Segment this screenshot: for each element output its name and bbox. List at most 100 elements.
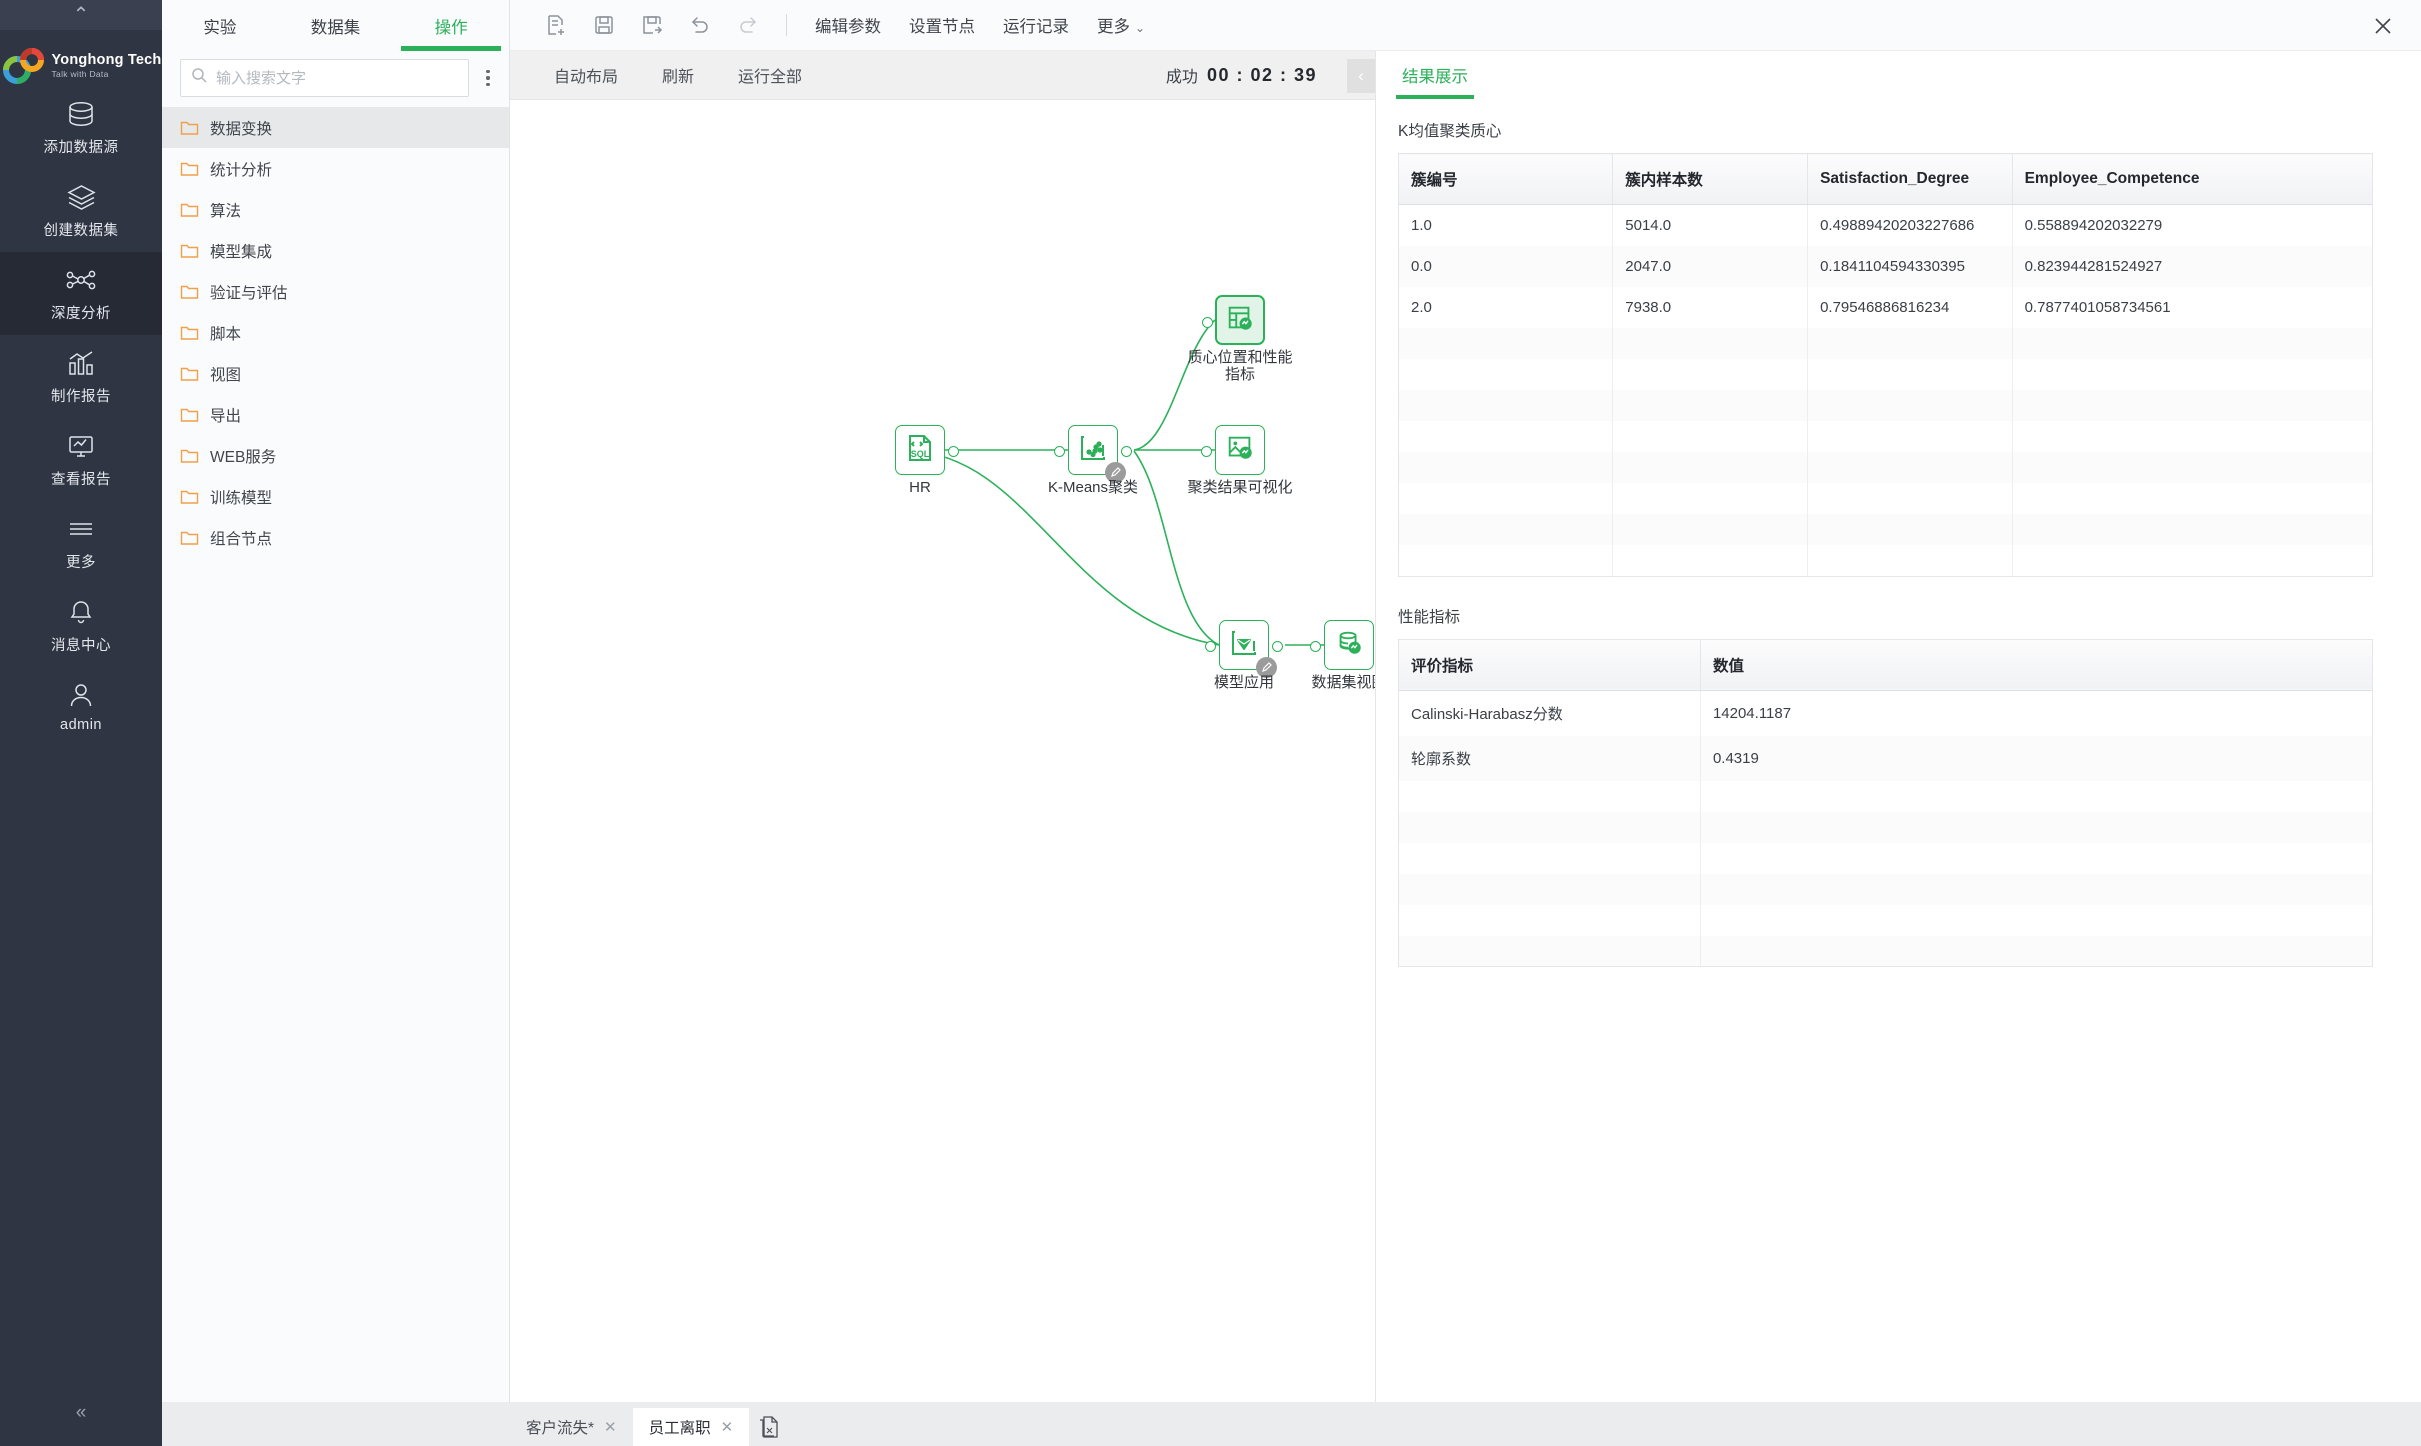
canvas-column: 自动布局 刷新 运行全部 成功 00 : 02 : 39 ‹ SQL HR K-… [510, 51, 1376, 1446]
workflow-node-cluster-viz[interactable]: 聚类结果可视化 [1187, 425, 1293, 496]
folder-item-model-ensemble[interactable]: 模型集成 [162, 230, 509, 271]
sidebar-item-deep-analysis[interactable]: 深度分析 [0, 252, 162, 335]
sql-file-icon: SQL [904, 432, 936, 469]
sidebar-item-more[interactable]: 更多 [0, 501, 162, 584]
workflow-node-model-apply[interactable]: 模型应用 [1205, 620, 1283, 691]
sidebar-item-make-report[interactable]: 制作报告 [0, 335, 162, 418]
save-icon[interactable] [580, 0, 628, 51]
node-label: K-Means聚类 [1047, 479, 1139, 496]
search-box[interactable] [180, 59, 469, 97]
sidebar-item-create-dataset[interactable]: 创建数据集 [0, 169, 162, 252]
node-input-port[interactable] [1201, 445, 1212, 457]
button-label: 刷新 [662, 69, 695, 86]
top-toolbar: 编辑参数 设置节点 运行记录 更多 ⌄ [510, 0, 2421, 51]
table-row[interactable]: 1.0 5014.0 0.49889420203227686 0.5588942… [1398, 204, 2373, 246]
double-chevron-left-icon: « [75, 1402, 87, 1423]
workflow-node-centroid-metrics[interactable]: 质心位置和性能指标 [1187, 295, 1293, 383]
folder-item-validation[interactable]: 验证与评估 [162, 271, 509, 312]
tab-operations[interactable]: 操作 [393, 0, 509, 51]
table-row[interactable]: 0.0 2047.0 0.1841104594330395 0.82394428… [1398, 246, 2373, 287]
run-all-button[interactable]: 运行全部 [716, 63, 824, 87]
search-input[interactable] [216, 69, 458, 87]
column-header[interactable]: Satisfaction_Degree [1807, 153, 2013, 205]
table-row-empty [1398, 811, 2373, 843]
node-input-port[interactable] [1202, 316, 1213, 328]
rail-collapse-top[interactable]: ⌃ [0, 0, 162, 30]
cell: 0.4319 [1700, 735, 2373, 781]
hamburger-icon [64, 514, 98, 544]
node-library-panel: 实验 数据集 操作 数据变换 [162, 0, 510, 1446]
cell: 0.49889420203227686 [1807, 204, 2013, 246]
tab-result-display[interactable]: 结果展示 [1396, 51, 1474, 99]
table-row[interactable]: 2.0 7938.0 0.79546886816234 0.7877401058… [1398, 287, 2373, 328]
undo-icon[interactable] [676, 0, 724, 51]
folder-label: 算法 [210, 202, 242, 220]
sidebar-item-message-center[interactable]: 消息中心 [0, 584, 162, 667]
node-label: 质心位置和性能指标 [1187, 349, 1293, 384]
more-menu-button[interactable]: 更多 ⌄ [1083, 13, 1159, 37]
doc-tab-employee-attrition[interactable]: 员工离职 ✕ [632, 1408, 750, 1446]
close-icon[interactable]: ✕ [721, 1418, 734, 1436]
node-output-port[interactable] [1121, 445, 1132, 457]
sidebar-item-add-datasource[interactable]: 添加数据源 [0, 86, 162, 169]
folder-label: 验证与评估 [210, 284, 288, 302]
folder-item-export[interactable]: 导出 [162, 394, 509, 435]
folder-icon [180, 366, 199, 382]
folder-icon [180, 530, 199, 546]
folder-icon [180, 202, 199, 218]
column-header[interactable]: 评价指标 [1398, 639, 1701, 691]
sidebar-item-admin[interactable]: admin [0, 667, 162, 745]
workflow-node-dataset-view[interactable]: 数据集视图 [1310, 620, 1375, 691]
tab-dataset[interactable]: 数据集 [278, 0, 394, 51]
node-output-port[interactable] [1272, 640, 1283, 652]
table-row[interactable]: Calinski-Harabasz分数 14204.1187 [1398, 690, 2373, 736]
cell: 0.0 [1398, 246, 1614, 287]
run-log-button[interactable]: 运行记录 [989, 13, 1083, 37]
sidebar-item-label: 深度分析 [51, 306, 111, 322]
workflow-canvas[interactable]: SQL HR K-Means聚类 质心位置和性能指标 聚类结果可视化 模型应用 … [510, 100, 1375, 1446]
column-header[interactable]: 簇内样本数 [1612, 153, 1809, 205]
column-header[interactable]: 簇编号 [1398, 153, 1614, 205]
folder-item-view[interactable]: 视图 [162, 353, 509, 394]
new-document-icon[interactable] [532, 0, 580, 51]
edit-params-button[interactable]: 编辑参数 [801, 13, 895, 37]
redo-icon[interactable] [724, 0, 772, 51]
new-file-icon[interactable] [749, 1408, 789, 1446]
folder-item-training-model[interactable]: 训练模型 [162, 476, 509, 517]
table-row[interactable]: 轮廓系数 0.4319 [1398, 735, 2373, 781]
node-output-port[interactable] [948, 445, 959, 457]
sidebar-item-label: 添加数据源 [43, 140, 119, 156]
workflow-node-hr[interactable]: SQL HR [895, 425, 959, 496]
folder-item-web-service[interactable]: WEB服务 [162, 435, 509, 476]
folder-item-algorithm[interactable]: 算法 [162, 189, 509, 230]
doc-tab-customer-churn[interactable]: 客户流失* ✕ [510, 1408, 633, 1446]
folder-item-composite-node[interactable]: 组合节点 [162, 517, 509, 558]
rail-collapse-button[interactable]: « [0, 1402, 162, 1424]
close-button[interactable] [2369, 12, 2397, 40]
close-icon[interactable]: ✕ [604, 1418, 617, 1436]
column-header[interactable]: 数值 [1700, 639, 2373, 691]
sidebar-item-view-report[interactable]: 查看报告 [0, 418, 162, 501]
doc-tab-label: 客户流失* [526, 1420, 595, 1437]
node-input-port[interactable] [1054, 445, 1065, 457]
folder-icon [180, 325, 199, 341]
folder-item-data-transform[interactable]: 数据变换 [162, 107, 509, 148]
tab-experiment[interactable]: 实验 [162, 0, 278, 51]
node-label: 数据集视图 [1311, 674, 1375, 691]
svg-text:SQL: SQL [911, 449, 930, 459]
panel-collapse-toggle[interactable]: ‹ [1347, 59, 1375, 93]
auto-layout-button[interactable]: 自动布局 [532, 63, 640, 87]
cell: 1.0 [1398, 204, 1614, 246]
node-input-port[interactable] [1310, 640, 1321, 652]
node-input-port[interactable] [1205, 640, 1216, 652]
folder-item-statistics[interactable]: 统计分析 [162, 148, 509, 189]
folder-label: 脚本 [210, 325, 242, 343]
status-label: 成功 [1165, 69, 1198, 86]
kebab-menu-icon[interactable] [477, 61, 499, 95]
folder-item-script[interactable]: 脚本 [162, 312, 509, 353]
column-header[interactable]: Employee_Competence [2012, 153, 2373, 205]
set-node-button[interactable]: 设置节点 [895, 13, 989, 37]
workflow-node-kmeans[interactable]: K-Means聚类 [1048, 425, 1138, 496]
refresh-button[interactable]: 刷新 [640, 63, 716, 87]
save-as-icon[interactable] [628, 0, 676, 51]
